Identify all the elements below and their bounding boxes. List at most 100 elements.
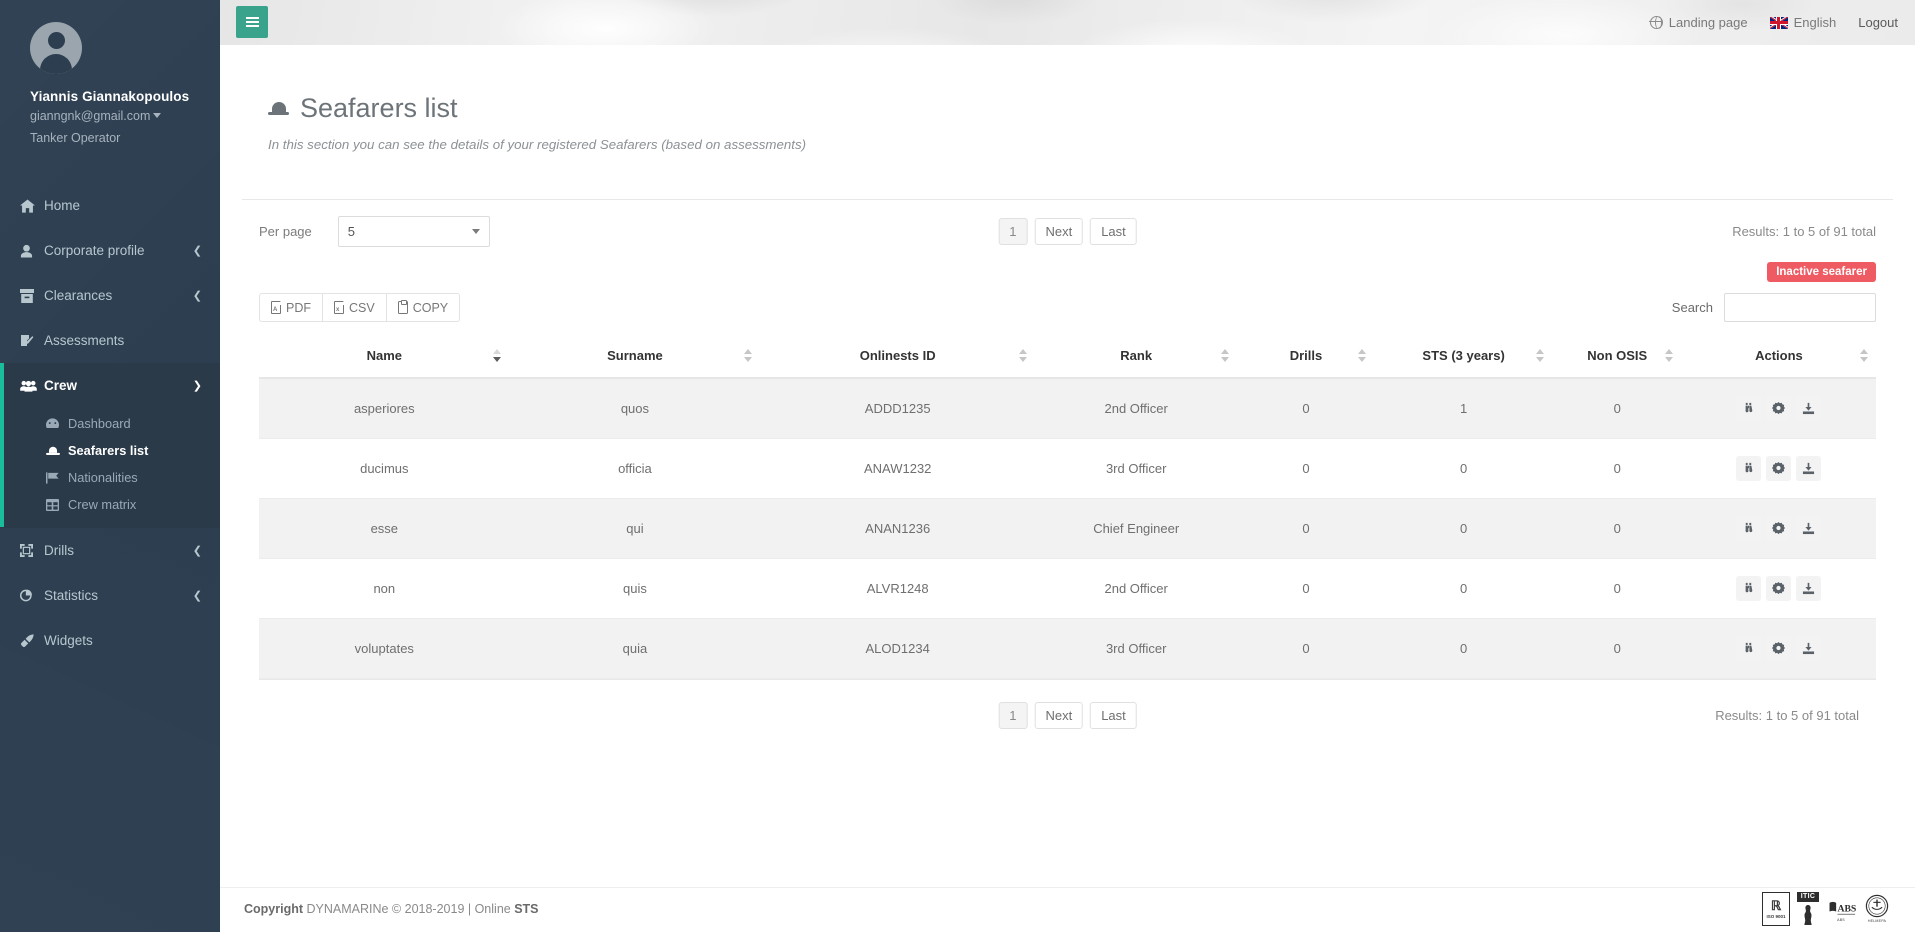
sidebar-item-seafarers-list[interactable]: Seafarers list [0, 437, 220, 464]
sidebar-item-corporate-profile-label: Corporate profile [44, 243, 193, 258]
lloyds-register-logo: ℝ ISO 9001 [1762, 892, 1790, 926]
page-next-button-bottom[interactable]: Next [1034, 702, 1083, 729]
download-icon [1802, 582, 1815, 595]
column-header-onlinests-id-label: Onlinests ID [860, 348, 936, 363]
helmepa-logo: HELMEPA [1861, 892, 1893, 926]
view-action[interactable] [1736, 396, 1761, 421]
column-header-actions[interactable]: Actions [1682, 336, 1876, 378]
table-row: voluptatesquiaALOD12343rd Officer000 [259, 619, 1876, 679]
cell-drills: 0 [1237, 619, 1374, 679]
cell-onlinests-id: ALOD1234 [760, 619, 1035, 679]
sort-desc-icon [493, 349, 502, 362]
column-header-surname[interactable]: Surname [510, 336, 761, 378]
view-action[interactable] [1736, 636, 1761, 661]
globe-icon [1650, 16, 1663, 29]
sidebar-item-drills-label: Drills [44, 543, 193, 558]
view-action[interactable] [1736, 516, 1761, 541]
column-header-rank[interactable]: Rank [1035, 336, 1237, 378]
itic-emblem-icon [1796, 902, 1820, 926]
page-last-button[interactable]: Last [1090, 218, 1137, 245]
sidebar-item-crew[interactable]: Crew ❯ [0, 363, 220, 408]
download-action[interactable] [1796, 576, 1821, 601]
column-header-non-osis[interactable]: Non OSIS [1553, 336, 1682, 378]
header-nav: Landing page English Logout [1650, 0, 1898, 45]
sort-icon [1536, 349, 1545, 362]
chevron-left-icon: ❮ [193, 244, 202, 257]
page-current-button-bottom[interactable]: 1 [998, 702, 1027, 729]
column-header-name[interactable]: Name [259, 336, 510, 378]
sidebar-item-nationalities[interactable]: Nationalities [0, 464, 220, 491]
cell-drills: 0 [1237, 559, 1374, 619]
abs-logo: ABS ABS [1826, 894, 1856, 926]
export-csv-button[interactable]: x CSV [322, 293, 387, 322]
cell-name: voluptates [259, 619, 510, 679]
sidebar-item-assessments[interactable]: Assessments [0, 318, 220, 363]
export-csv-label: CSV [349, 301, 375, 315]
download-action[interactable] [1796, 636, 1821, 661]
pie-chart-icon [20, 589, 44, 602]
view-action[interactable] [1736, 576, 1761, 601]
pagination-bottom: 1 Next Last [998, 702, 1137, 729]
sidebar-item-home[interactable]: Home [0, 183, 220, 228]
certificate-icon [1772, 462, 1785, 475]
export-pdf-button[interactable]: A PDF [259, 293, 323, 322]
landing-page-link[interactable]: Landing page [1650, 15, 1748, 30]
column-header-onlinests-id[interactable]: Onlinests ID [760, 336, 1035, 378]
sidebar-toggle-button[interactable] [236, 6, 268, 38]
logout-link[interactable]: Logout [1858, 15, 1898, 30]
page-last-button-bottom[interactable]: Last [1090, 702, 1137, 729]
page-current-button[interactable]: 1 [998, 218, 1027, 245]
copyright-middle: DYNAMARINe © 2018-2019 | Online [303, 902, 514, 916]
view-action[interactable] [1736, 456, 1761, 481]
export-copy-button[interactable]: COPY [386, 293, 460, 322]
table-header-row: Name Surname Onlinests ID Rank [259, 336, 1876, 378]
uk-flag-icon [1770, 17, 1788, 29]
sort-icon [743, 349, 752, 362]
certificate-icon [1772, 402, 1785, 415]
user-email[interactable]: gianngnk@gmail.com [30, 109, 220, 123]
itic-logo: ITIC [1795, 892, 1821, 926]
sidebar-item-dashboard[interactable]: Dashboard [0, 410, 220, 437]
sort-icon [1018, 349, 1027, 362]
top-header: Landing page English Logout [220, 0, 1915, 45]
cell-non-osis: 0 [1553, 619, 1682, 679]
certificate-action[interactable] [1766, 576, 1791, 601]
cell-surname: qui [510, 499, 761, 559]
cell-rank: 2nd Officer [1035, 378, 1237, 439]
page-next-button[interactable]: Next [1034, 218, 1083, 245]
search-input[interactable] [1724, 293, 1876, 322]
sidebar-item-drills[interactable]: Drills ❮ [0, 528, 220, 573]
sidebar-item-corporate-profile[interactable]: Corporate profile ❮ [0, 228, 220, 273]
sidebar-item-statistics[interactable]: Statistics ❮ [0, 573, 220, 618]
certificate-action[interactable] [1766, 636, 1791, 661]
cell-actions [1682, 439, 1876, 499]
certificate-action[interactable] [1766, 516, 1791, 541]
seafarers-table: Name Surname Onlinests ID Rank [259, 336, 1876, 679]
download-icon [1802, 462, 1815, 475]
column-header-drills[interactable]: Drills [1237, 336, 1374, 378]
binoculars-icon [1742, 582, 1755, 595]
per-page-select[interactable]: 5 [338, 216, 490, 247]
sidebar-item-home-label: Home [44, 198, 220, 213]
search-label: Search [1672, 300, 1713, 315]
sidebar-item-widgets[interactable]: Widgets [0, 618, 220, 663]
download-action[interactable] [1796, 516, 1821, 541]
svg-text:ABS: ABS [1837, 904, 1856, 915]
download-action[interactable] [1796, 396, 1821, 421]
certificate-action[interactable] [1766, 456, 1791, 481]
itic-label: ITIC [1797, 892, 1819, 902]
abs-label: ABS [1837, 919, 1845, 923]
column-header-sts[interactable]: STS (3 years) [1375, 336, 1553, 378]
chevron-left-icon: ❮ [193, 289, 202, 302]
lloyds-register-mark: ℝ ISO 9001 [1762, 892, 1790, 926]
user-role: Tanker Operator [30, 131, 220, 145]
sort-icon [1859, 349, 1868, 362]
hamburger-bar [246, 21, 259, 23]
sidebar-item-clearances[interactable]: Clearances ❮ [0, 273, 220, 318]
certificate-action[interactable] [1766, 396, 1791, 421]
row-actions [1682, 516, 1876, 541]
download-action[interactable] [1796, 456, 1821, 481]
sidebar-item-crew-matrix[interactable]: Crew matrix [0, 491, 220, 518]
users-icon [20, 380, 44, 392]
language-selector[interactable]: English [1770, 15, 1837, 30]
